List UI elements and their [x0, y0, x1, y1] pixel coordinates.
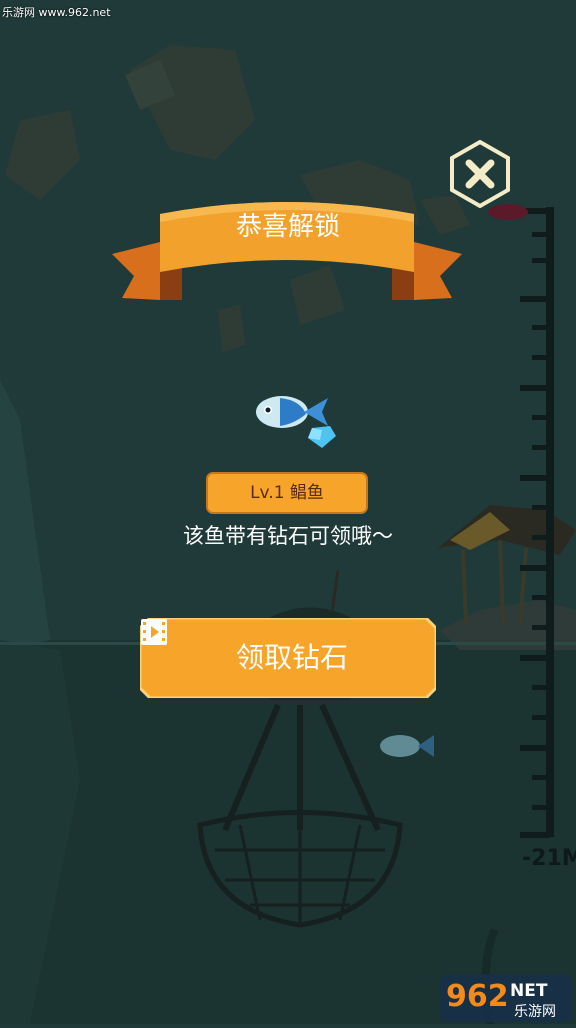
video-icon [141, 619, 167, 645]
fish-icon [256, 396, 336, 448]
unlock-title: 恭喜解锁 [235, 212, 340, 242]
claim-diamond-button[interactable]: 领取钻石 [140, 618, 436, 698]
claim-button-label: 领取钻石 [236, 641, 349, 674]
logo-subtitle: 乐游网 [514, 1004, 556, 1020]
fish-level-badge: Lv.1 鲳鱼 [206, 472, 368, 514]
logo-suffix: NET [510, 981, 548, 1001]
watermark-text: 乐游网 www.962.net [2, 6, 111, 19]
site-logo: 962 NET 乐游网 [438, 968, 574, 1024]
logo-number: 962 [446, 979, 509, 1014]
fish-description: 该鱼带有钻石可领哦～ [183, 524, 393, 548]
depth-label: -21M [522, 846, 576, 871]
